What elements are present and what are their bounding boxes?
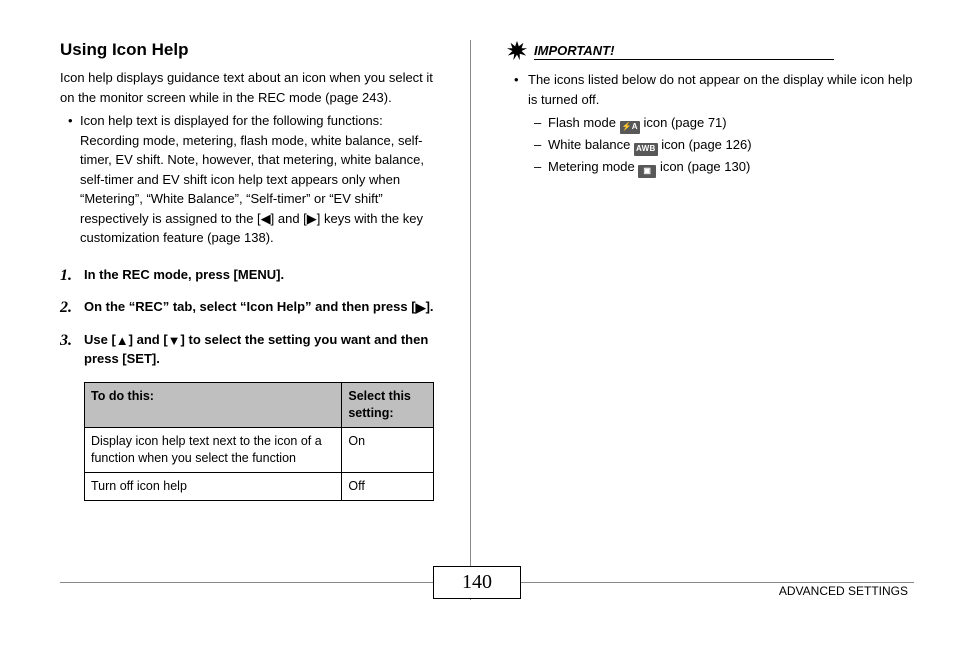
right-bullet-list: The icons listed below do not appear on …	[506, 70, 914, 179]
up-arrow-icon: ▲	[116, 332, 129, 350]
step-number: 2.	[60, 297, 72, 319]
dash-text: Metering mode	[548, 159, 638, 174]
dash-text: White balance	[548, 137, 634, 152]
dash-text: icon (page 126)	[658, 137, 752, 152]
step-number: 3.	[60, 330, 72, 352]
table-cell: Display icon help text next to the icon …	[85, 428, 342, 473]
right-arrow-icon: ▶	[416, 299, 426, 317]
bullet-text: The icons listed below do not appear on …	[528, 72, 912, 107]
metering-mode-icon: ▣	[638, 165, 656, 178]
step-text: On the “REC” tab, select “Icon Help” and…	[84, 299, 416, 314]
step-1: 1. In the REC mode, press [MENU].	[60, 266, 445, 284]
white-balance-icon: AWB	[634, 143, 658, 156]
table-cell: Turn off icon help	[85, 472, 342, 500]
starburst-icon	[506, 40, 528, 62]
bullet-item: Icon help text is displayed for the foll…	[68, 111, 445, 248]
step-text: ] and [	[129, 332, 168, 347]
table-header: Select this setting:	[342, 383, 434, 428]
dash-text: icon (page 71)	[640, 115, 727, 130]
step-number: 1.	[60, 265, 72, 287]
step-text: In the REC mode, press [MENU].	[84, 267, 284, 282]
down-arrow-icon: ▼	[168, 332, 181, 350]
important-heading: IMPORTANT!	[506, 40, 914, 62]
table-header: To do this:	[85, 383, 342, 428]
manual-page: Using Icon Help Icon help displays guida…	[0, 0, 954, 576]
table-row: Display icon help text next to the icon …	[85, 428, 434, 473]
step-3: 3. Use [▲] and [▼] to select the setting…	[60, 331, 445, 368]
table-cell: On	[342, 428, 434, 473]
dash-text: icon (page 130)	[656, 159, 750, 174]
dash-item: Metering mode ▣ icon (page 130)	[534, 156, 914, 178]
section-label: ADVANCED SETTINGS	[779, 584, 908, 598]
page-number: 140	[433, 566, 521, 599]
step-2: 2. On the “REC” tab, select “Icon Help” …	[60, 298, 445, 317]
step-text: Use [	[84, 332, 116, 347]
table-row: Turn off icon help Off	[85, 472, 434, 500]
right-column: IMPORTANT! The icons listed below do not…	[471, 40, 914, 576]
page-title: Using Icon Help	[60, 40, 445, 60]
intro-text: Icon help displays guidance text about a…	[60, 68, 445, 107]
bullet-list: Icon help text is displayed for the foll…	[60, 111, 445, 248]
step-text: ].	[426, 299, 434, 314]
right-bullet-item: The icons listed below do not appear on …	[514, 70, 914, 179]
dash-text: Flash mode	[548, 115, 620, 130]
table-cell: Off	[342, 472, 434, 500]
left-column: Using Icon Help Icon help displays guida…	[60, 40, 470, 576]
steps-list: 1. In the REC mode, press [MENU]. 2. On …	[60, 266, 445, 369]
table-header-row: To do this: Select this setting:	[85, 383, 434, 428]
flash-mode-icon: ⚡A	[620, 121, 640, 134]
important-label: IMPORTANT!	[534, 43, 834, 60]
dash-list: Flash mode ⚡A icon (page 71) White balan…	[528, 112, 914, 178]
dash-item: Flash mode ⚡A icon (page 71)	[534, 112, 914, 134]
dash-item: White balance AWB icon (page 126)	[534, 134, 914, 156]
page-footer: 140 ADVANCED SETTINGS	[0, 582, 954, 638]
settings-table: To do this: Select this setting: Display…	[84, 382, 434, 500]
